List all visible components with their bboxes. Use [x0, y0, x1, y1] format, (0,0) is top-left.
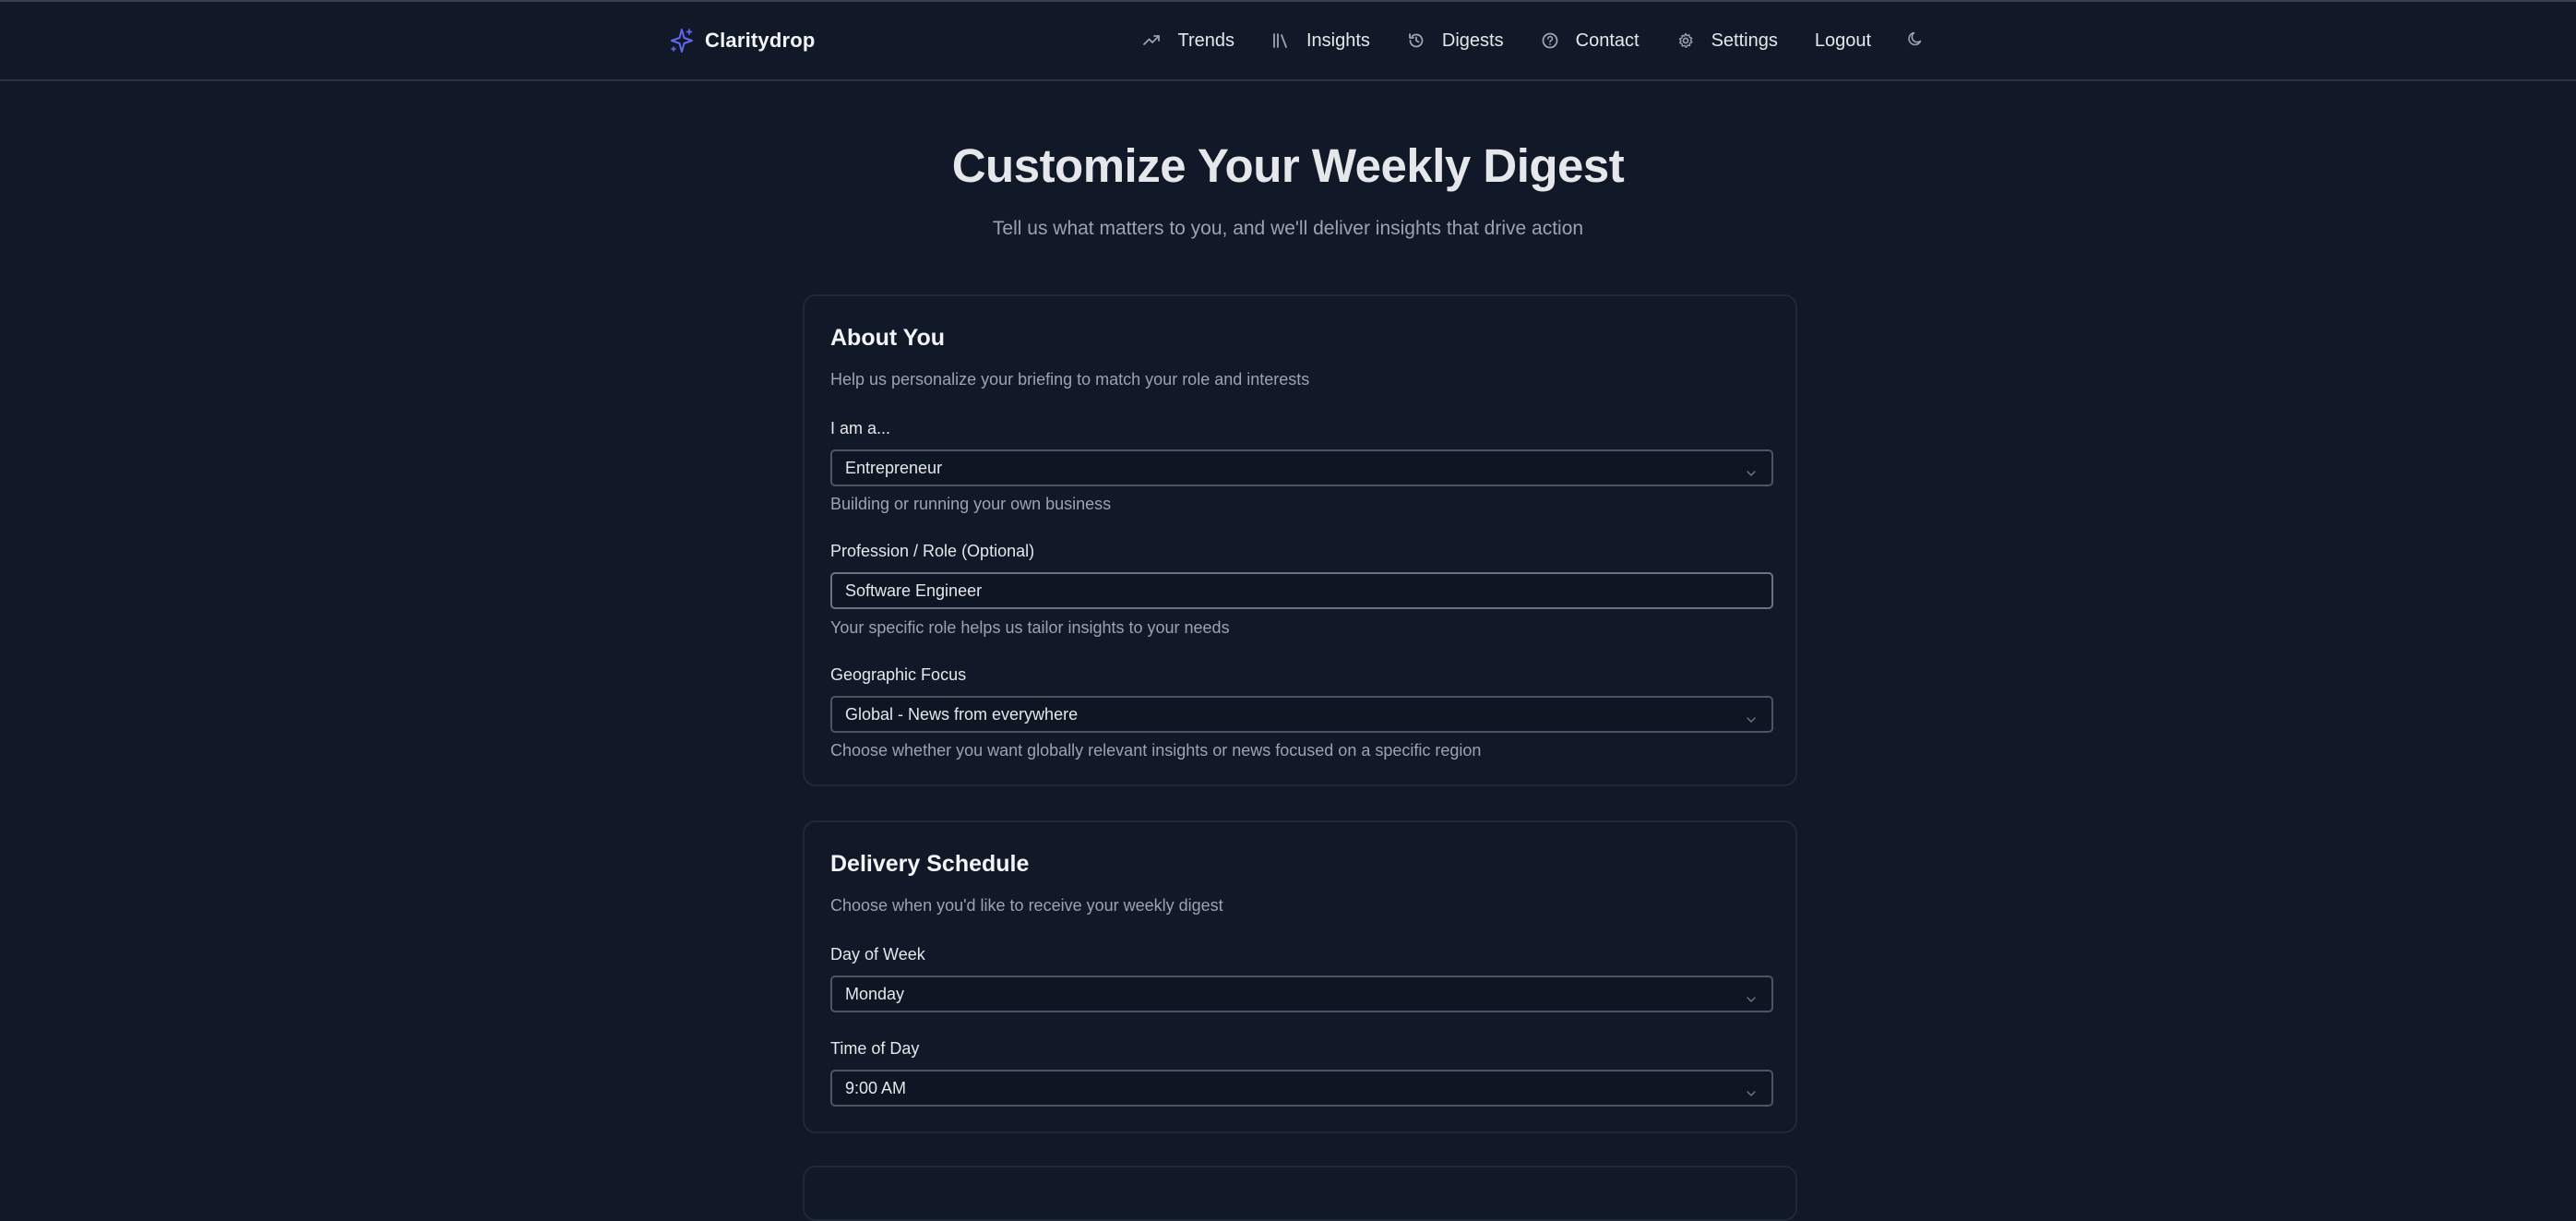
nav-logout-label: Logout	[1814, 30, 1871, 51]
role-select[interactable]: Entrepreneur	[830, 449, 1773, 486]
time-select-value: 9:00 AM	[845, 1078, 907, 1097]
nav-logout[interactable]: Logout	[1815, 30, 1871, 52]
profession-hint: Your specific role helps us tailor insig…	[830, 618, 1230, 637]
chevron-down-icon	[1746, 989, 1757, 1009]
library-icon	[1271, 31, 1306, 50]
help-circle-icon	[1541, 31, 1576, 50]
nav-contact[interactable]: Contact	[1541, 30, 1640, 52]
trending-up-icon	[1142, 31, 1177, 50]
geo-label: Geographic Focus	[830, 665, 967, 684]
chevron-down-icon	[1746, 463, 1757, 483]
about-you-title: About You	[830, 325, 946, 351]
geo-select-value: Global - News from everywhere	[845, 704, 1079, 724]
time-label: Time of Day	[830, 1039, 920, 1058]
day-select-value: Monday	[845, 984, 905, 1003]
nav-insights-label: Insights	[1306, 30, 1370, 51]
about-you-card: About You Help us personalize your brief…	[803, 294, 1797, 786]
sparkle-icon	[670, 28, 694, 54]
day-select[interactable]: Monday	[830, 976, 1773, 1012]
page-subtitle: Tell us what matters to you, and we'll d…	[992, 218, 1584, 239]
theme-toggle-button[interactable]	[1906, 30, 1925, 53]
main-nav: Trends Insights Digests Contact Settings…	[1142, 22, 1925, 59]
delivery-schedule-description: Choose when you'd like to receive your w…	[830, 896, 1223, 915]
delivery-schedule-title: Delivery Schedule	[830, 851, 1030, 877]
profession-label: Profession / Role (Optional)	[830, 542, 1035, 560]
profession-input-value: Software Engineer	[845, 581, 983, 600]
role-hint: Building or running your own business	[830, 495, 1112, 513]
page-title: Customize Your Weekly Digest	[951, 139, 1625, 192]
nav-settings-label: Settings	[1711, 30, 1778, 51]
nav-digests[interactable]: Digests	[1407, 30, 1504, 52]
chevron-down-icon	[1746, 1083, 1757, 1103]
delivery-schedule-card: Delivery Schedule Choose when you'd like…	[803, 820, 1797, 1133]
nav-digests-label: Digests	[1441, 30, 1504, 51]
geo-hint: Choose whether you want globally relevan…	[830, 741, 1482, 760]
nav-contact-label: Contact	[1575, 30, 1640, 51]
time-select[interactable]: 9:00 AM	[830, 1070, 1773, 1107]
nav-settings[interactable]: Settings	[1676, 30, 1778, 52]
role-select-value: Entrepreneur	[845, 458, 943, 477]
about-you-description: Help us personalize your briefing to mat…	[830, 370, 1310, 389]
nav-insights[interactable]: Insights	[1271, 30, 1370, 52]
history-icon	[1407, 31, 1442, 50]
nav-trends[interactable]: Trends	[1142, 30, 1234, 52]
nav-trends-label: Trends	[1177, 30, 1234, 51]
moon-icon	[1906, 30, 1925, 53]
profession-input[interactable]: Software Engineer	[830, 572, 1773, 609]
brand-logo-link[interactable]: Claritydrop	[670, 22, 816, 59]
brand-name: Claritydrop	[705, 29, 816, 52]
day-label: Day of Week	[830, 945, 925, 964]
next-card-partial	[803, 1166, 1797, 1221]
chevron-down-icon	[1746, 710, 1757, 729]
gear-icon	[1676, 31, 1711, 50]
role-label: I am a...	[830, 419, 891, 437]
top-navbar: Claritydrop Trends Insights Digests Cont…	[0, 2, 2576, 81]
geo-select[interactable]: Global - News from everywhere	[830, 696, 1773, 733]
